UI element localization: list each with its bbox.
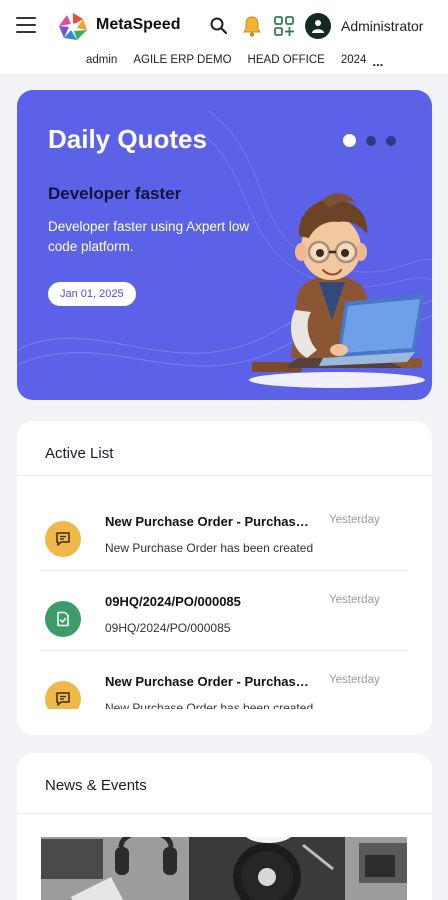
notifications-button[interactable]	[238, 12, 266, 40]
list-item-desc: New Purchase Order has been created	[105, 541, 314, 555]
message-icon	[45, 521, 81, 557]
daily-quotes-carousel[interactable]: Daily Quotes Developer faster Developer …	[17, 90, 432, 400]
message-icon	[45, 681, 81, 709]
breadcrumb-year[interactable]: 2024	[341, 54, 367, 69]
breadcrumb-company[interactable]: AGILE ERP DEMO	[133, 54, 231, 69]
divider	[17, 813, 432, 814]
breadcrumb: admin AGILE ERP DEMO HEAD OFFICE 2024 ..…	[86, 54, 383, 69]
list-item-title: 09HQ/2024/PO/000085	[105, 594, 241, 609]
news-events-title: News & Events	[45, 777, 147, 794]
list-item-desc: New Purchase Order has been created	[105, 701, 314, 709]
news-events-card: News & Events	[17, 753, 432, 900]
list-item-time: Yesterday	[329, 674, 380, 686]
breadcrumb-user[interactable]: admin	[86, 54, 117, 69]
user-avatar[interactable]	[305, 13, 331, 39]
menu-icon[interactable]	[16, 17, 36, 33]
carousel-dot-1[interactable]	[343, 134, 356, 147]
breadcrumb-branch[interactable]: HEAD OFFICE	[248, 54, 325, 69]
metaspeed-logo	[59, 13, 87, 40]
apps-add-button[interactable]	[270, 12, 298, 40]
search-button[interactable]	[205, 12, 233, 40]
carousel-dot-2[interactable]	[366, 135, 376, 146]
carousel-dots	[343, 134, 396, 147]
list-item-title: New Purchase Order - Purchase Order	[105, 674, 315, 689]
list-item[interactable]: New Purchase Order - Purchase Order New …	[41, 651, 407, 709]
bell-icon	[243, 16, 261, 37]
quote-subtitle: Developer faster	[48, 184, 182, 203]
divider	[17, 475, 432, 476]
active-list-card: Active List New Purchase Order - Purchas…	[17, 421, 432, 735]
list-item-time: Yesterday	[329, 514, 380, 526]
active-list-title: Active List	[45, 445, 114, 462]
apps-add-icon	[274, 16, 294, 36]
user-name[interactable]: Administrator	[341, 18, 423, 34]
developer-illustration	[249, 193, 425, 388]
quotes-title: Daily Quotes	[48, 124, 207, 154]
top-app-bar: MetaSpeed Administrator admin AGILE ERP …	[0, 0, 448, 74]
search-icon	[210, 17, 228, 35]
app-title: MetaSpeed	[96, 16, 181, 33]
list-item-time: Yesterday	[329, 594, 380, 606]
document-check-icon	[45, 601, 81, 637]
list-item[interactable]: New Purchase Order - Purchase Order New …	[41, 491, 407, 571]
breadcrumb-more[interactable]: ...	[372, 54, 383, 69]
active-list[interactable]: New Purchase Order - Purchase Order New …	[17, 491, 432, 709]
list-item[interactable]: 09HQ/2024/PO/000085 09HQ/2024/PO/000085 …	[41, 571, 407, 651]
list-item-desc: 09HQ/2024/PO/000085	[105, 621, 231, 635]
list-item-title: New Purchase Order - Purchase Order	[105, 514, 315, 529]
news-image[interactable]	[41, 837, 407, 900]
carousel-dot-3[interactable]	[386, 135, 396, 146]
user-avatar-icon	[312, 20, 324, 33]
quote-date-badge: Jan 01, 2025	[48, 282, 136, 306]
